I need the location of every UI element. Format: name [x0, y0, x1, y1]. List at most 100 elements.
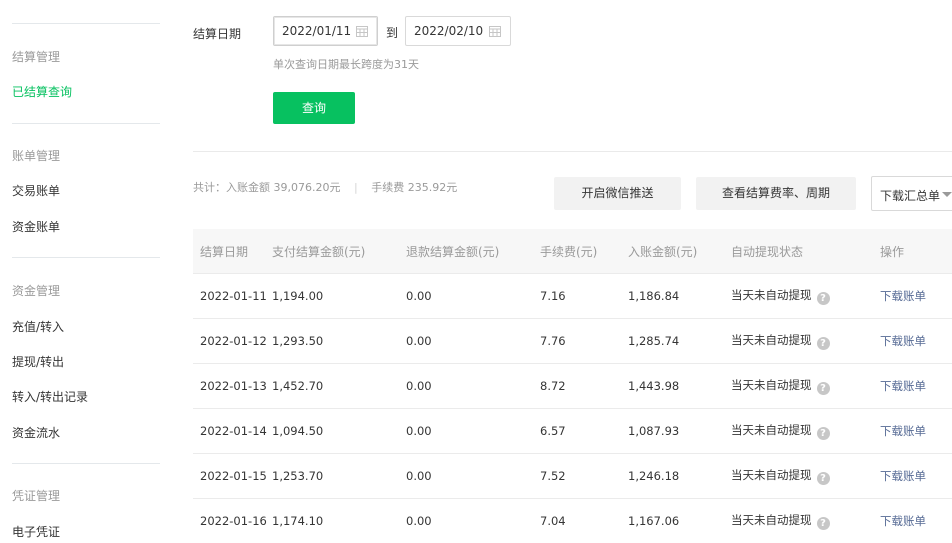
table-row: 2022-01-11 1,194.00 0.00 7.16 1,186.84 当… [193, 274, 952, 319]
date-range-separator: 到 [386, 24, 398, 41]
cell-status: 当天未自动提现? [731, 319, 880, 364]
cell-fee: 7.52 [540, 454, 628, 499]
col-header-fee: 手续费(元) [540, 229, 628, 274]
sidebar-group-settlement: 结算管理 [12, 48, 60, 65]
download-summary-label: 下载汇总单 [880, 187, 940, 204]
cell-pay: 1,094.50 [272, 409, 406, 454]
chevron-down-icon [942, 192, 952, 197]
view-rate-button[interactable]: 查看结算费率、周期 [696, 177, 856, 210]
col-header-refund-amount: 退款结算金额(元) [406, 229, 540, 274]
cell-status: 当天未自动提现? [731, 274, 880, 319]
col-header-date: 结算日期 [193, 229, 272, 274]
calendar-icon [489, 25, 501, 37]
sidebar-item-fund-bill[interactable]: 资金账单 [12, 218, 60, 235]
table-row: 2022-01-15 1,253.70 0.00 7.52 1,246.18 当… [193, 454, 952, 499]
cell-status: 当天未自动提现? [731, 499, 880, 543]
sidebar-divider [12, 123, 160, 124]
cell-fee: 7.04 [540, 499, 628, 543]
cell-fee: 6.57 [540, 409, 628, 454]
help-icon[interactable]: ? [817, 292, 830, 305]
cell-refund: 0.00 [406, 454, 540, 499]
cell-refund: 0.00 [406, 274, 540, 319]
sidebar-divider [12, 257, 160, 258]
end-date-input[interactable] [414, 24, 484, 38]
cell-date: 2022-01-14 [193, 409, 272, 454]
download-summary-dropdown[interactable]: 下载汇总单 [871, 176, 952, 211]
cell-status: 当天未自动提现? [731, 409, 880, 454]
query-button[interactable]: 查询 [273, 92, 355, 124]
cell-pay: 1,293.50 [272, 319, 406, 364]
download-bill-link[interactable]: 下载账单 [880, 379, 926, 393]
status-text: 当天未自动提现 [731, 333, 812, 347]
download-bill-link[interactable]: 下载账单 [880, 334, 926, 348]
cell-date: 2022-01-15 [193, 454, 272, 499]
cell-status: 当天未自动提现? [731, 364, 880, 409]
download-bill-link[interactable]: 下载账单 [880, 424, 926, 438]
sidebar-item-e-voucher[interactable]: 电子凭证 [12, 523, 60, 540]
start-date-input[interactable] [282, 24, 352, 38]
table-row: 2022-01-13 1,452.70 0.00 8.72 1,443.98 当… [193, 364, 952, 409]
sidebar-item-trade-bill[interactable]: 交易账单 [12, 182, 60, 199]
cell-date: 2022-01-13 [193, 364, 272, 409]
cell-action: 下载账单 [880, 409, 952, 454]
table-header-row: 结算日期 支付结算金额(元) 退款结算金额(元) 手续费(元) 入账金额(元) … [193, 229, 952, 274]
table-row: 2022-01-14 1,094.50 0.00 6.57 1,087.93 当… [193, 409, 952, 454]
summary-credit-total: 共计：入账金额 39,076.20元 [193, 181, 340, 194]
cell-date: 2022-01-11 [193, 274, 272, 319]
cell-pay: 1,194.00 [272, 274, 406, 319]
main-content: 结算日期 到 单次查询日期最长跨度为31天 查询 共计：入账金额 39,076.… [162, 0, 952, 541]
sidebar-item-settled-query[interactable]: 已结算查询 [12, 83, 72, 100]
cell-refund: 0.00 [406, 499, 540, 543]
cell-pay: 1,452.70 [272, 364, 406, 409]
sidebar-item-fund-flow[interactable]: 资金流水 [12, 424, 60, 441]
status-text: 当天未自动提现 [731, 378, 812, 392]
sidebar-item-transfer-records[interactable]: 转入/转出记录 [12, 388, 88, 405]
wechat-push-button[interactable]: 开启微信推送 [554, 177, 681, 210]
date-range-hint: 单次查询日期最长跨度为31天 [273, 56, 419, 72]
summary-fee-total: 手续费 235.92元 [371, 181, 457, 194]
cell-action: 下载账单 [880, 319, 952, 364]
summary-bar: 共计：入账金额 39,076.20元 | 手续费 235.92元 [193, 179, 457, 195]
section-divider [193, 151, 952, 152]
download-bill-link[interactable]: 下载账单 [880, 514, 926, 528]
col-header-credit-amount: 入账金额(元) [628, 229, 731, 274]
table-row: 2022-01-12 1,293.50 0.00 7.76 1,285.74 当… [193, 319, 952, 364]
cell-pay: 1,253.70 [272, 454, 406, 499]
col-header-auto-withdraw: 自动提现状态 [731, 229, 880, 274]
status-text: 当天未自动提现 [731, 423, 812, 437]
cell-date: 2022-01-16 [193, 499, 272, 543]
cell-pay: 1,174.10 [272, 499, 406, 543]
cell-credit: 1,186.84 [628, 274, 731, 319]
sidebar-item-withdraw[interactable]: 提现/转出 [12, 353, 64, 370]
col-header-pay-amount: 支付结算金额(元) [272, 229, 406, 274]
status-text: 当天未自动提现 [731, 288, 812, 302]
table-row: 2022-01-16 1,174.10 0.00 7.04 1,167.06 当… [193, 499, 952, 543]
sidebar: 结算管理 已结算查询 账单管理 交易账单 资金账单 资金管理 充值/转入 提现/… [0, 0, 162, 541]
download-bill-link[interactable]: 下载账单 [880, 469, 926, 483]
cell-refund: 0.00 [406, 364, 540, 409]
settle-date-label: 结算日期 [193, 25, 241, 42]
help-icon[interactable]: ? [817, 472, 830, 485]
cell-fee: 7.16 [540, 274, 628, 319]
help-icon[interactable]: ? [817, 517, 830, 530]
download-bill-link[interactable]: 下载账单 [880, 289, 926, 303]
help-icon[interactable]: ? [817, 427, 830, 440]
end-date-picker[interactable] [405, 16, 511, 46]
help-icon[interactable]: ? [817, 337, 830, 350]
cell-credit: 1,167.06 [628, 499, 731, 543]
cell-refund: 0.00 [406, 409, 540, 454]
sidebar-group-vouchers: 凭证管理 [12, 487, 60, 504]
cell-status: 当天未自动提现? [731, 454, 880, 499]
cell-fee: 8.72 [540, 364, 628, 409]
sidebar-divider [12, 23, 160, 24]
settlement-table: 结算日期 支付结算金额(元) 退款结算金额(元) 手续费(元) 入账金额(元) … [193, 229, 952, 543]
help-icon[interactable]: ? [817, 382, 830, 395]
start-date-picker[interactable] [273, 16, 378, 46]
sidebar-group-bills: 账单管理 [12, 147, 60, 164]
summary-divider: | [354, 181, 358, 194]
cell-action: 下载账单 [880, 454, 952, 499]
cell-action: 下载账单 [880, 499, 952, 543]
cell-credit: 1,087.93 [628, 409, 731, 454]
sidebar-item-recharge[interactable]: 充值/转入 [12, 318, 64, 335]
cell-action: 下载账单 [880, 274, 952, 319]
